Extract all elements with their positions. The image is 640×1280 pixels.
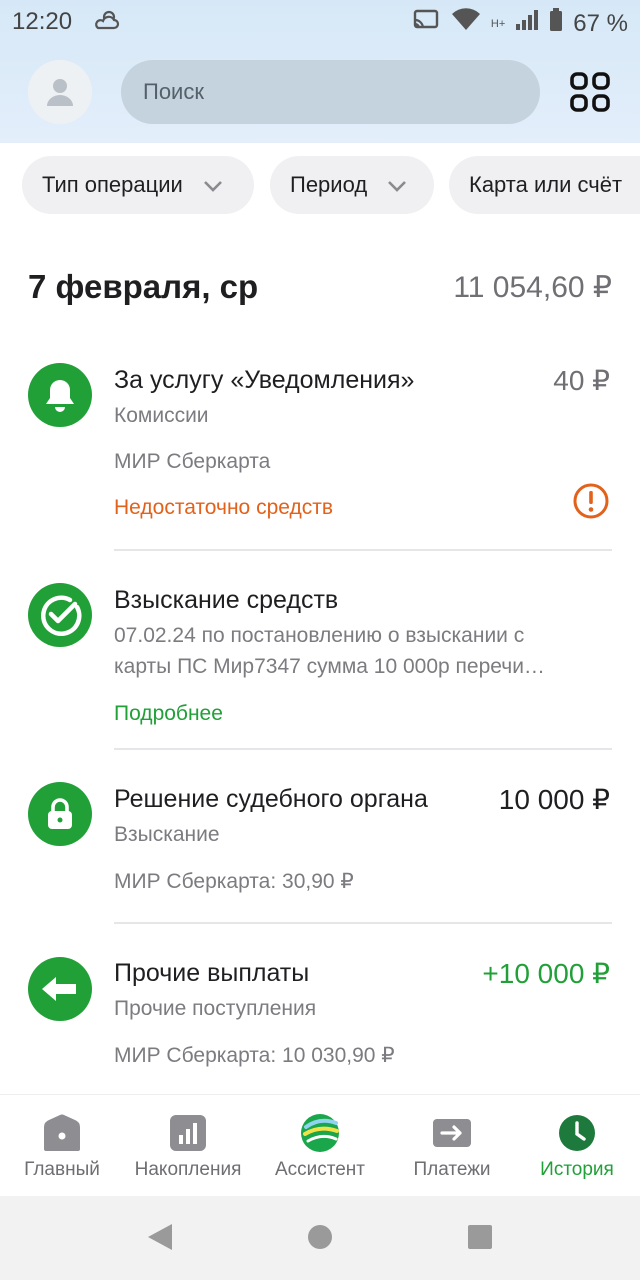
back-icon[interactable]: [146, 1222, 174, 1252]
description-line: карты ПС Мир7347 сумма 10 000р перечи…: [114, 655, 545, 678]
transaction-title: Решение судебного органа: [114, 785, 428, 813]
divider: [114, 549, 612, 551]
day-total: 11 054,60 ₽: [453, 271, 612, 304]
tab-home[interactable]: Главный: [0, 1095, 126, 1197]
tab-assistant[interactable]: Ассистент: [256, 1095, 384, 1197]
savings-chart-icon: [170, 1115, 206, 1151]
filter-card-or-account[interactable]: Карта или счёт: [449, 156, 640, 214]
transaction-item[interactable]: За услугу «Уведомления» 40 ₽ Комиссии МИ…: [0, 360, 640, 550]
tab-label: Платежи: [413, 1159, 491, 1180]
user-icon: [47, 79, 73, 106]
chevron-down-icon: [387, 172, 407, 198]
chip-label: Карта или счёт: [469, 172, 623, 197]
status-bar: 12:20 H+ 67 %: [0, 0, 640, 46]
arrow-left-icon: [28, 957, 92, 1021]
tab-label: Накопления: [134, 1159, 242, 1180]
day-header: 7 февраля, ср 11 054,60 ₽: [28, 268, 612, 312]
tab-label: Ассистент: [274, 1159, 366, 1180]
clock-icon: [559, 1115, 595, 1151]
top-bar: Поиск: [0, 58, 640, 126]
transaction-amount: +10 000 ₽: [482, 958, 610, 989]
apps-grid-icon[interactable]: [570, 72, 610, 112]
chip-label: Период: [290, 172, 368, 197]
home-icon: [44, 1114, 80, 1151]
tab-history[interactable]: История: [513, 1095, 640, 1197]
system-nav-bar: [0, 1196, 640, 1280]
tab-payments[interactable]: Платежи: [388, 1095, 516, 1197]
payments-arrow-icon: [433, 1119, 471, 1147]
transaction-category: Прочие поступления: [114, 997, 317, 1020]
search-input[interactable]: Поиск: [121, 60, 540, 124]
transaction-status: Недостаточно средств: [114, 496, 333, 519]
battery-icon: [549, 8, 563, 39]
divider: [114, 748, 612, 750]
chevron-down-icon: [203, 172, 223, 198]
wifi-icon: [451, 8, 481, 39]
bell-icon: [28, 363, 92, 427]
filter-operation-type[interactable]: Тип операции: [22, 156, 254, 214]
checkmark-icon: [28, 583, 92, 647]
details-link[interactable]: Подробнее: [114, 702, 223, 726]
transaction-title: За услугу «Уведомления»: [114, 366, 415, 394]
transaction-title: Прочие выплаты: [114, 959, 310, 987]
search-placeholder: Поиск: [143, 79, 204, 104]
battery-level: 67 %: [573, 9, 628, 37]
bottom-tab-bar: Главный Накопления Ассистент Платежи Ист…: [0, 1094, 640, 1197]
transaction-item[interactable]: Решение судебного органа 10 000 ₽ Взыска…: [0, 780, 640, 920]
transaction-card: МИР Сберкарта: 10 030,90 ₽: [114, 1044, 395, 1067]
warning-icon: [572, 482, 610, 525]
tab-label: Главный: [24, 1159, 100, 1180]
transaction-card: МИР Сберкарта: 30,90 ₽: [114, 870, 354, 893]
transaction-item[interactable]: Прочие выплаты +10 000 ₽ Прочие поступле…: [0, 955, 640, 1085]
transaction-category: Комиссии: [114, 404, 209, 427]
assistant-logo-icon: [301, 1114, 339, 1152]
network-type: H+: [490, 17, 506, 30]
tab-label: История: [540, 1159, 614, 1180]
day-date: 7 февраля, ср: [28, 268, 259, 305]
tab-savings[interactable]: Накопления: [124, 1095, 252, 1197]
transaction-amount: 40 ₽: [553, 365, 610, 396]
transaction-title: Взыскание средств: [114, 586, 339, 614]
transaction-amount: 10 000 ₽: [498, 784, 610, 815]
divider: [114, 922, 612, 924]
transaction-category: Взыскание: [114, 823, 220, 846]
transaction-item[interactable]: Взыскание средств 07.02.24 по постановле…: [0, 580, 640, 748]
signal-icon: [515, 9, 539, 38]
transaction-card: МИР Сберкарта: [114, 450, 271, 473]
cast-icon: [413, 8, 441, 39]
weather-icon: [92, 6, 122, 43]
filter-chips: Тип операции Период Карта или счёт: [0, 156, 640, 214]
chip-label: Тип операции: [42, 172, 183, 197]
home-circle-icon[interactable]: [307, 1224, 333, 1250]
lock-icon: [28, 782, 92, 846]
avatar[interactable]: [28, 60, 92, 124]
recents-square-icon[interactable]: [467, 1224, 493, 1250]
description-line: 07.02.24 по постановлению о взыскании с: [114, 624, 525, 647]
transaction-description: 07.02.24 по постановлению о взыскании с …: [114, 620, 610, 682]
filter-period[interactable]: Период: [270, 156, 434, 214]
status-time: 12:20: [12, 8, 73, 35]
